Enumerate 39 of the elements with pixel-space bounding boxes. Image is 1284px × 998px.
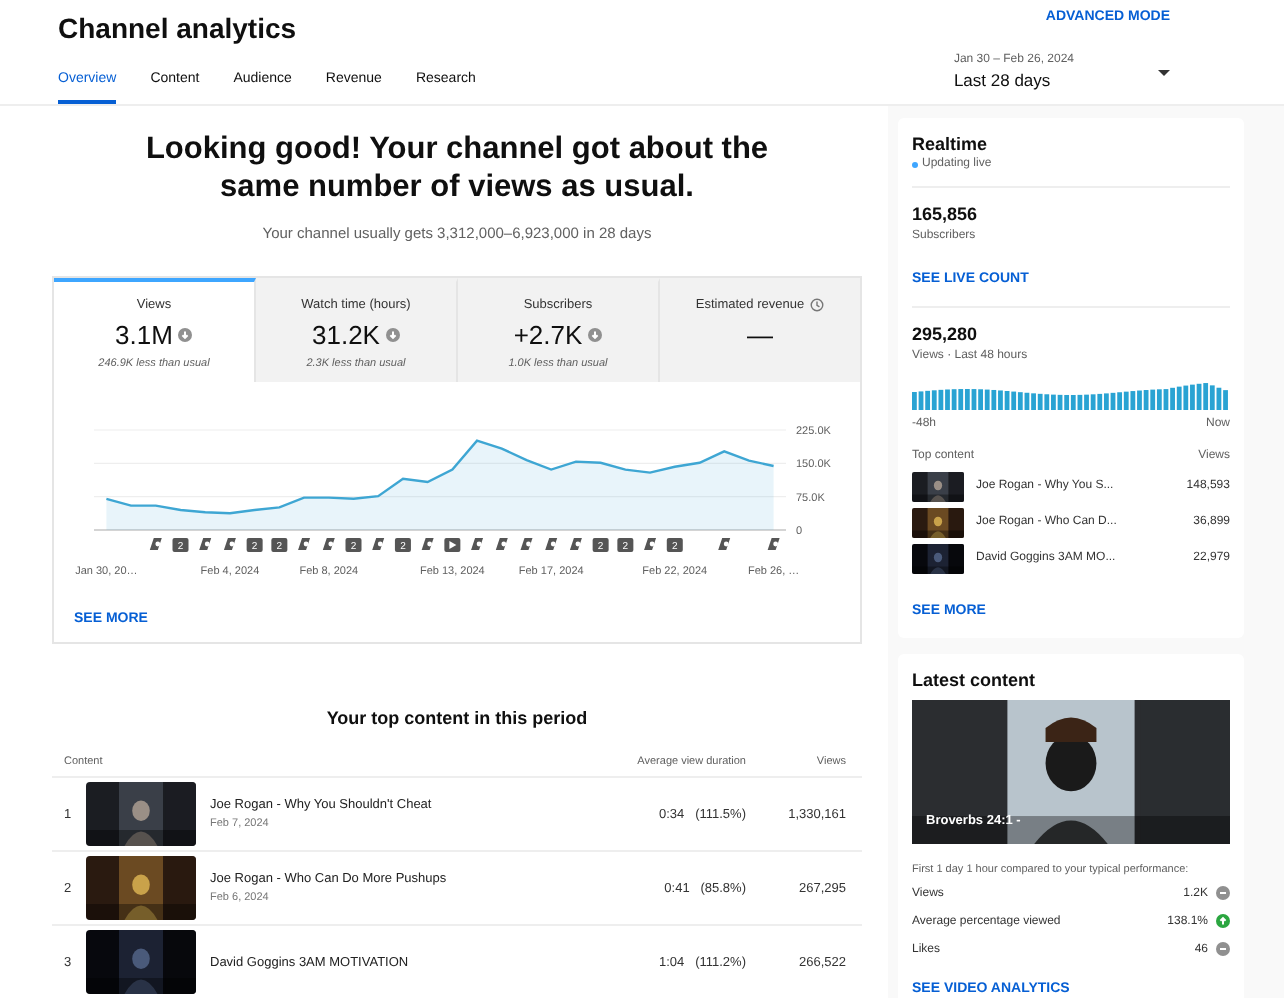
card-title: Realtime [912, 134, 990, 154]
shorts-icon[interactable] [223, 538, 236, 550]
video-thumbnail[interactable] [912, 543, 964, 573]
video-thumbnail[interactable] [912, 471, 964, 501]
section-title: Your top content in this period [324, 708, 590, 728]
down-arrow-icon [588, 328, 603, 342]
live-dot [912, 161, 918, 167]
shorts-icon[interactable] [471, 538, 484, 550]
shorts-icon[interactable] [322, 538, 335, 550]
shorts-icon[interactable] [520, 538, 533, 550]
down-arrow-icon [385, 328, 400, 342]
play-icon[interactable] [444, 538, 461, 552]
shorts-icon[interactable] [298, 538, 311, 550]
shorts-icon[interactable] [545, 538, 558, 550]
shorts-icon[interactable] [569, 538, 582, 550]
down-arrow-icon [178, 328, 193, 342]
card-title: Latest content [912, 670, 1038, 690]
clock-icon [810, 298, 825, 312]
subscriber-count: 165,856 [912, 204, 980, 224]
shorts-icon[interactable] [421, 538, 434, 550]
shorts-icon[interactable] [718, 538, 731, 550]
video-thumbnail[interactable] [86, 930, 196, 994]
page-title: Channel analytics [58, 10, 299, 44]
video-thumbnail[interactable] [86, 782, 196, 846]
shorts-icon[interactable] [644, 538, 657, 550]
video-thumbnail[interactable] [912, 507, 964, 537]
headline: Looking good! Your channel got about the same number of views as usual. [143, 130, 771, 206]
shorts-icon[interactable] [149, 538, 162, 550]
view-count: 295,280 [912, 324, 980, 344]
shorts-icon[interactable] [199, 538, 212, 550]
metric-value: +2.7K [513, 320, 583, 350]
shorts-icon[interactable] [372, 538, 385, 550]
metric-value: 31.2K [312, 320, 380, 350]
video-thumbnail[interactable] [86, 856, 196, 920]
metric-value: 3.1M [115, 320, 173, 350]
metric-value: — [747, 320, 773, 350]
shorts-icon[interactable] [495, 538, 508, 550]
shorts-icon[interactable] [767, 538, 780, 550]
caret-icon [1158, 69, 1170, 75]
